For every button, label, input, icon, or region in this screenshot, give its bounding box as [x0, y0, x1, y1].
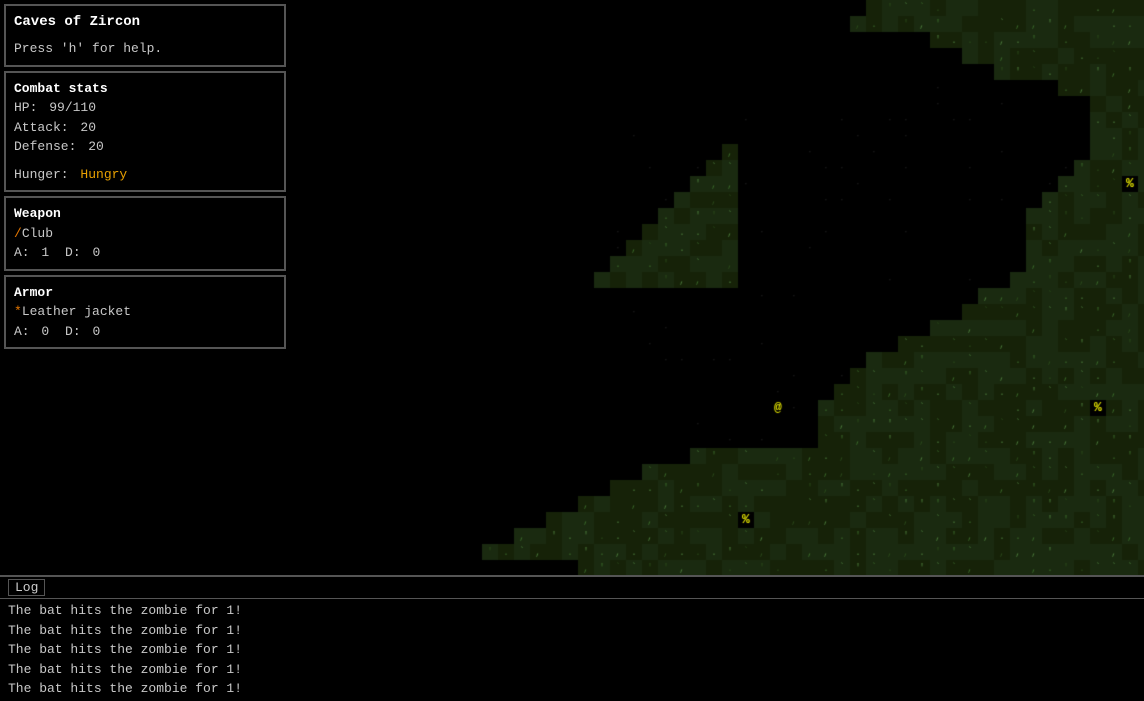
weapon-name-row: /Club — [14, 224, 276, 244]
weapon-name: Club — [22, 226, 53, 241]
armor-icon: * — [14, 304, 22, 319]
hunger-row: Hunger: Hungry — [14, 165, 276, 185]
defense-row: Defense: 20 — [14, 137, 276, 157]
armor-d-value: 0 — [92, 324, 100, 339]
attack-label: Attack: — [14, 120, 69, 135]
armor-a-value: 0 — [41, 324, 49, 339]
hp-value: 99/110 — [49, 100, 96, 115]
weapon-stats-row: A: 1 D: 0 — [14, 243, 276, 263]
attack-row: Attack: 20 — [14, 118, 276, 138]
defense-label: Defense: — [14, 139, 76, 154]
armor-d-label: D: — [65, 324, 81, 339]
armor-name-row: *Leather jacket — [14, 302, 276, 322]
log-line-5: The bat hits the zombie for 1! — [8, 679, 1136, 699]
weapon-panel: Weapon /Club A: 1 D: 0 — [4, 196, 286, 271]
log-header: Log — [0, 577, 1144, 599]
sidebar: Caves of Zircon Press 'h' for help. Comb… — [0, 0, 290, 575]
hp-row: HP: 99/110 — [14, 98, 276, 118]
weapon-d-value: 0 — [92, 245, 100, 260]
weapon-a-value: 1 — [41, 245, 49, 260]
log-line-1: The bat hits the zombie for 1! — [8, 601, 1136, 621]
hunger-label: Hunger: — [14, 167, 69, 182]
log-content: The bat hits the zombie for 1! The bat h… — [0, 599, 1144, 701]
weapon-d-label: D: — [65, 245, 81, 260]
hunger-value: Hungry — [80, 167, 127, 182]
log-line-4: The bat hits the zombie for 1! — [8, 660, 1136, 680]
weapon-icon: / — [14, 226, 22, 241]
armor-name: Leather jacket — [22, 304, 131, 319]
attack-value: 20 — [80, 120, 96, 135]
combat-stats-panel: Combat stats HP: 99/110 Attack: 20 Defen… — [4, 71, 286, 193]
game-title: Caves of Zircon — [14, 12, 276, 33]
map-canvas — [290, 0, 1144, 575]
weapon-a-label: A: — [14, 245, 30, 260]
log-line-3: The bat hits the zombie for 1! — [8, 640, 1136, 660]
defense-value: 20 — [88, 139, 104, 154]
armor-title: Armor — [14, 283, 276, 303]
weapon-title: Weapon — [14, 204, 276, 224]
help-text: Press 'h' for help. — [14, 39, 276, 59]
hp-label: HP: — [14, 100, 37, 115]
armor-panel: Armor *Leather jacket A: 0 D: 0 — [4, 275, 286, 350]
title-panel: Caves of Zircon Press 'h' for help. — [4, 4, 286, 67]
game-map[interactable] — [290, 0, 1144, 575]
combat-title: Combat stats — [14, 79, 276, 99]
log-line-2: The bat hits the zombie for 1! — [8, 621, 1136, 641]
log-title: Log — [8, 579, 45, 596]
armor-stats-row: A: 0 D: 0 — [14, 322, 276, 342]
log-panel: Log The bat hits the zombie for 1! The b… — [0, 575, 1144, 697]
armor-a-label: A: — [14, 324, 30, 339]
